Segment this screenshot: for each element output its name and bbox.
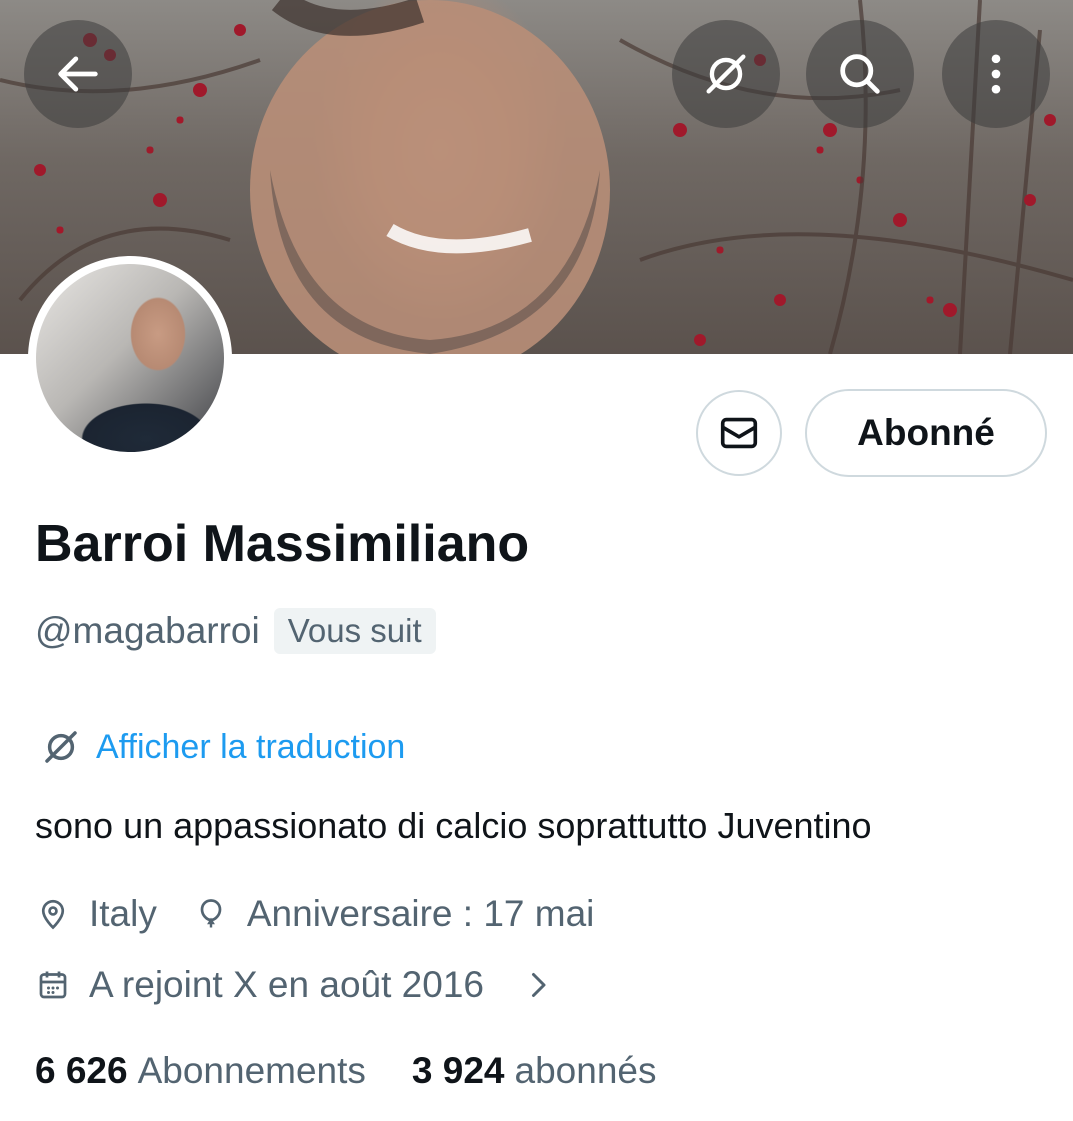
- more-vertical-icon: [991, 54, 1001, 94]
- handle-row: @magabarroi Vous suit: [35, 608, 436, 654]
- profile-joined: A rejoint X en août 2016: [89, 964, 484, 1005]
- profile-name: Barroi Massimiliano: [35, 515, 530, 573]
- profile-birthday: Anniversaire : 17 mai: [246, 893, 595, 934]
- following-stat[interactable]: 6 626 Abonnements: [35, 1050, 366, 1092]
- following-button[interactable]: Abonné: [805, 389, 1047, 477]
- followers-stat[interactable]: 3 924 abonnés: [412, 1050, 657, 1092]
- location-pin-icon: [41, 899, 65, 930]
- translate-button[interactable]: [672, 20, 780, 128]
- search-button[interactable]: [806, 20, 914, 128]
- avatar-image: [36, 264, 224, 452]
- translate-icon: [45, 731, 77, 763]
- back-button[interactable]: [24, 20, 132, 128]
- profile-stats: 6 626 Abonnements 3 924 abonnés: [35, 1050, 656, 1092]
- search-icon: [840, 54, 880, 94]
- followers-label: abonnés: [514, 1050, 657, 1091]
- follows-you-badge: Vous suit: [273, 608, 436, 654]
- envelope-icon: [720, 417, 758, 449]
- balloon-icon: [200, 899, 222, 928]
- following-count: 6 626: [35, 1050, 128, 1091]
- translate-icon: [706, 54, 746, 94]
- profile-bio: sono un appassionato di calcio soprattut…: [35, 805, 872, 846]
- message-button[interactable]: [696, 390, 782, 476]
- profile-meta-row: Italy Anniversaire : 17 mai: [35, 893, 594, 935]
- avatar[interactable]: [28, 256, 232, 460]
- followers-count: 3 924: [411, 1050, 505, 1091]
- profile-handle: @magabarroi: [35, 610, 260, 651]
- calendar-icon: [39, 971, 67, 999]
- arrow-left-icon: [58, 56, 98, 92]
- translate-bio-link[interactable]: Afficher la traduction: [40, 726, 405, 768]
- profile-joined-row[interactable]: A rejoint X en août 2016: [35, 964, 556, 1006]
- chevron-right-icon: [531, 973, 546, 997]
- profile-location: Italy: [89, 893, 157, 934]
- following-label: Abonnements: [137, 1050, 366, 1091]
- translate-label: Afficher la traduction: [96, 727, 406, 766]
- more-button[interactable]: [942, 20, 1050, 128]
